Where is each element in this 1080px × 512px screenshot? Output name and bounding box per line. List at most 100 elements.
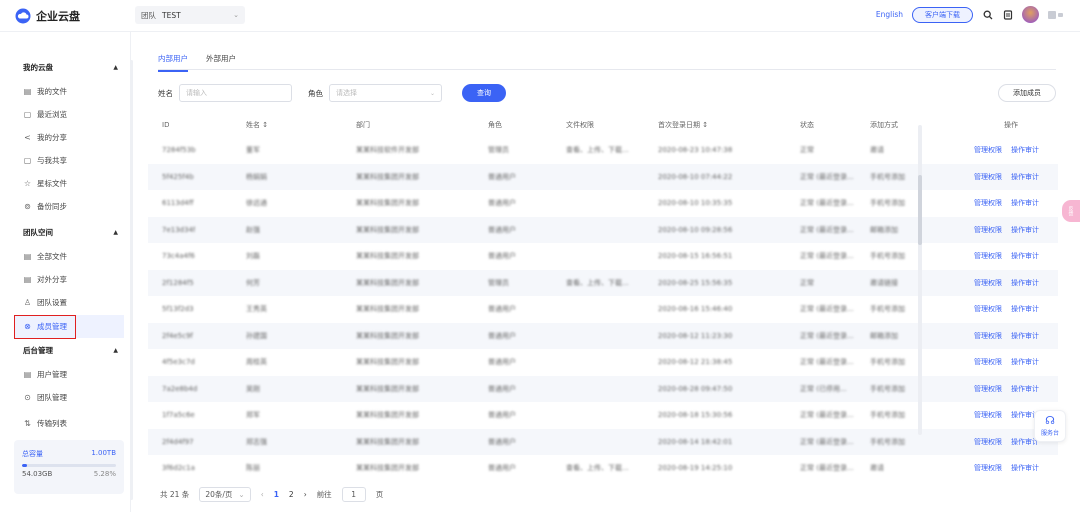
operation-audit-link[interactable]: 操作审计: [1011, 304, 1039, 314]
page-size-select[interactable]: 20条/页 ⌄: [199, 487, 251, 502]
search-icon[interactable]: [982, 9, 993, 20]
cell-first-login: 2020-08-23 10:47:38: [658, 146, 733, 155]
cell-first-login: 2020-08-25 15:56:35: [658, 278, 733, 287]
team-selector[interactable]: 团队 TEST ⌄: [135, 6, 245, 24]
sidebar-item-transfer-list[interactable]: ⇅ 传输列表: [14, 412, 124, 435]
sidebar-group-team-space[interactable]: 团队空间 ▲: [14, 222, 124, 242]
page-2[interactable]: 2: [289, 490, 294, 499]
cell-id: 6113d4ff: [162, 199, 194, 208]
operation-audit-link[interactable]: 操作审计: [1011, 278, 1039, 288]
sidebar-item-user-management[interactable]: ▤ 用户管理: [14, 363, 124, 386]
cell-role: 普通用户: [488, 464, 516, 473]
cell-file-permission: 查看、上传、下载...: [566, 278, 629, 287]
team-icon: ⊙: [24, 393, 31, 402]
total-count: 共 21 条: [160, 490, 190, 499]
cell-first-login: 2020-08-12 11:23:30: [658, 331, 733, 340]
sidebar-item-label: 与我共享: [37, 156, 67, 165]
jump-input[interactable]: 1: [341, 487, 366, 502]
sync-icon: ⊚: [24, 202, 31, 211]
cell-add-method: 手机号添加: [870, 411, 905, 420]
table-row: 3f6d2c1a 陈丽 某某科技集团开发部 普通用户 查看、上传、下载... 2020-0…: [148, 455, 1058, 482]
cell-add-method: 邮箱添加: [870, 331, 898, 340]
name-input[interactable]: 请输入: [179, 84, 292, 102]
role-select-placeholder: 请选择: [336, 89, 357, 97]
cell-status: 正常 (最近登录...: [800, 305, 854, 314]
service-desk-button[interactable]: ☊ 服务台: [1034, 410, 1066, 442]
sidebar-item-starred[interactable]: ☆ 星标文件: [14, 172, 124, 195]
operation-audit-link[interactable]: 操作审计: [1011, 357, 1039, 367]
client-download-button[interactable]: 客户端下载: [912, 6, 973, 23]
external-share-icon: ▤: [23, 275, 32, 284]
sidebar-item-team-management[interactable]: ⊙ 团队管理: [14, 386, 124, 409]
row-actions: 管理权限 操作审计: [974, 296, 1048, 323]
operation-audit-link[interactable]: 操作审计: [1011, 384, 1039, 394]
collapse-icon: ▲: [113, 346, 118, 354]
sidebar-item-my-share[interactable]: < 我的分享: [14, 126, 124, 149]
cell-role: 普通用户: [488, 172, 516, 181]
cell-role: 普通用户: [488, 225, 516, 234]
operation-audit-link[interactable]: 操作审计: [1011, 172, 1039, 182]
operation-audit-link[interactable]: 操作审计: [1011, 463, 1039, 473]
sidebar-item-team-settings[interactable]: ♙ 团队设置: [14, 291, 124, 314]
operation-audit-link[interactable]: 操作审计: [1011, 198, 1039, 208]
sidebar-item-shared-with-me[interactable]: ▢ 与我共享: [14, 149, 124, 172]
sidebar-group-admin[interactable]: 后台管理 ▲: [14, 340, 124, 360]
collapse-icon: ▲: [113, 63, 118, 71]
add-member-button[interactable]: 添加成员: [998, 84, 1056, 102]
manage-permission-link[interactable]: 管理权限: [974, 463, 1002, 473]
sidebar-item-external-share[interactable]: ▤ 对外分享: [14, 268, 124, 291]
next-page-icon[interactable]: ›: [304, 490, 307, 499]
query-button[interactable]: 查询: [462, 84, 506, 102]
manage-permission-link[interactable]: 管理权限: [974, 145, 1002, 155]
language-link[interactable]: English: [876, 10, 903, 19]
operation-audit-link[interactable]: 操作审计: [1011, 145, 1039, 155]
table-scrollbar-thumb[interactable]: [918, 175, 922, 245]
operation-audit-link[interactable]: 操作审计: [1011, 251, 1039, 261]
row-actions: 管理权限 操作审计: [974, 190, 1048, 217]
manage-permission-link[interactable]: 管理权限: [974, 437, 1002, 447]
avatar[interactable]: [1022, 6, 1039, 23]
sidebar-group-my-drive[interactable]: 我的云盘 ▲: [14, 57, 124, 77]
feedback-icon: 反馈: [1067, 206, 1074, 216]
cell-department: 某某科技集团开发部: [356, 225, 419, 234]
prev-page-icon[interactable]: ‹: [261, 490, 264, 499]
column-header-first-login[interactable]: 首次登录日期 ↕: [658, 113, 708, 137]
cell-role: 普通用户: [488, 331, 516, 340]
sidebar-item-all-files[interactable]: ▤ 全部文件: [14, 245, 124, 268]
manage-permission-link[interactable]: 管理权限: [974, 225, 1002, 235]
manage-permission-link[interactable]: 管理权限: [974, 384, 1002, 394]
page-1[interactable]: 1: [274, 490, 279, 499]
cell-role: 普通用户: [488, 305, 516, 314]
app-logo[interactable]: 企业云盘: [15, 8, 80, 24]
document-icon[interactable]: [1002, 9, 1013, 20]
cell-status: 正常 (最近登录...: [800, 411, 854, 420]
sidebar-item-my-files[interactable]: ▤ 我的文件: [14, 80, 124, 103]
cell-status: 正常: [800, 278, 814, 287]
user-menu-icon[interactable]: [1048, 10, 1068, 19]
row-actions: 管理权限 操作审计: [974, 137, 1048, 164]
sidebar-item-label: 我的文件: [37, 87, 67, 96]
sidebar-item-recent[interactable]: ▢ 最近浏览: [14, 103, 124, 126]
cell-name: 孙建国: [246, 331, 267, 340]
role-select[interactable]: 请选择 ⌄: [329, 84, 442, 102]
manage-permission-link[interactable]: 管理权限: [974, 278, 1002, 288]
manage-permission-link[interactable]: 管理权限: [974, 198, 1002, 208]
cell-role: 管理员: [488, 278, 509, 287]
sidebar-scrollbar[interactable]: [130, 60, 133, 500]
chevron-down-icon: ⌄: [238, 490, 245, 499]
column-header-name[interactable]: 姓名 ↕: [246, 113, 268, 137]
manage-permission-link[interactable]: 管理权限: [974, 304, 1002, 314]
cell-department: 某某科技集团开发部: [356, 305, 419, 314]
sidebar-item-label: 全部文件: [37, 252, 67, 261]
table-scrollbar-track[interactable]: [918, 125, 922, 435]
manage-permission-link[interactable]: 管理权限: [974, 251, 1002, 261]
manage-permission-link[interactable]: 管理权限: [974, 331, 1002, 341]
manage-permission-link[interactable]: 管理权限: [974, 172, 1002, 182]
operation-audit-link[interactable]: 操作审计: [1011, 331, 1039, 341]
sidebar-item-backup-sync[interactable]: ⊚ 备份同步: [14, 195, 124, 218]
operation-audit-link[interactable]: 操作审计: [1011, 225, 1039, 235]
cell-role: 普通用户: [488, 437, 516, 446]
manage-permission-link[interactable]: 管理权限: [974, 357, 1002, 367]
manage-permission-link[interactable]: 管理权限: [974, 410, 1002, 420]
feedback-badge[interactable]: 反馈: [1062, 200, 1080, 222]
